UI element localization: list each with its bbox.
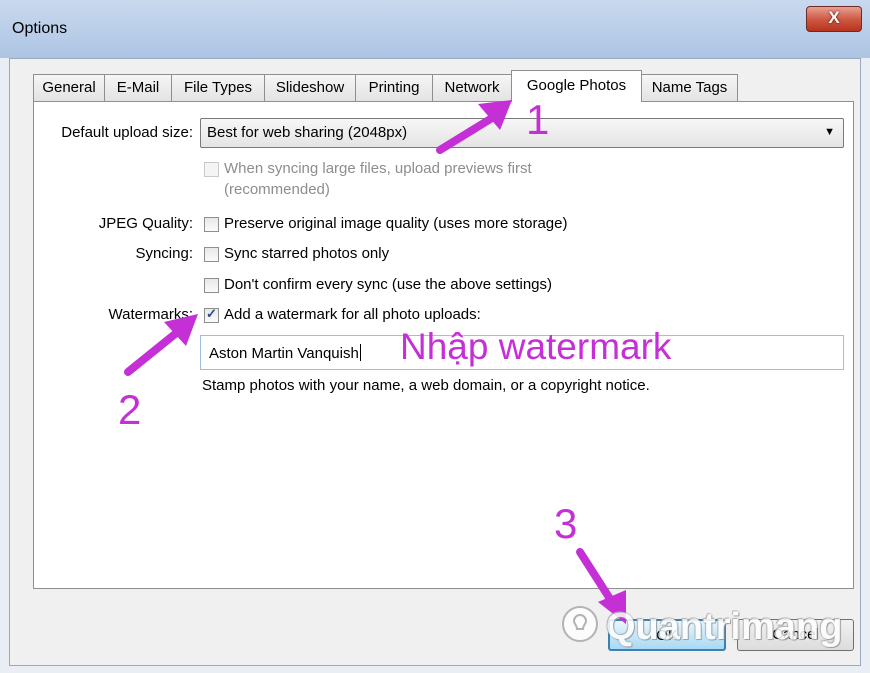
arrow-2-shaft	[124, 326, 184, 376]
annotation-step-2: 2	[118, 386, 142, 433]
arrow-1-shaft	[436, 114, 496, 154]
arrow-3-shaft	[576, 548, 616, 606]
annotation-step-3: 3	[554, 500, 578, 547]
options-dialog: Options X General E-Mail File Types Slid…	[0, 0, 870, 673]
site-watermark-text: Quantrimang	[606, 606, 843, 648]
lightbulb-icon	[562, 606, 598, 642]
annotation-step-1: 1	[526, 96, 550, 143]
annotation-note: Nhập watermark	[400, 326, 672, 367]
